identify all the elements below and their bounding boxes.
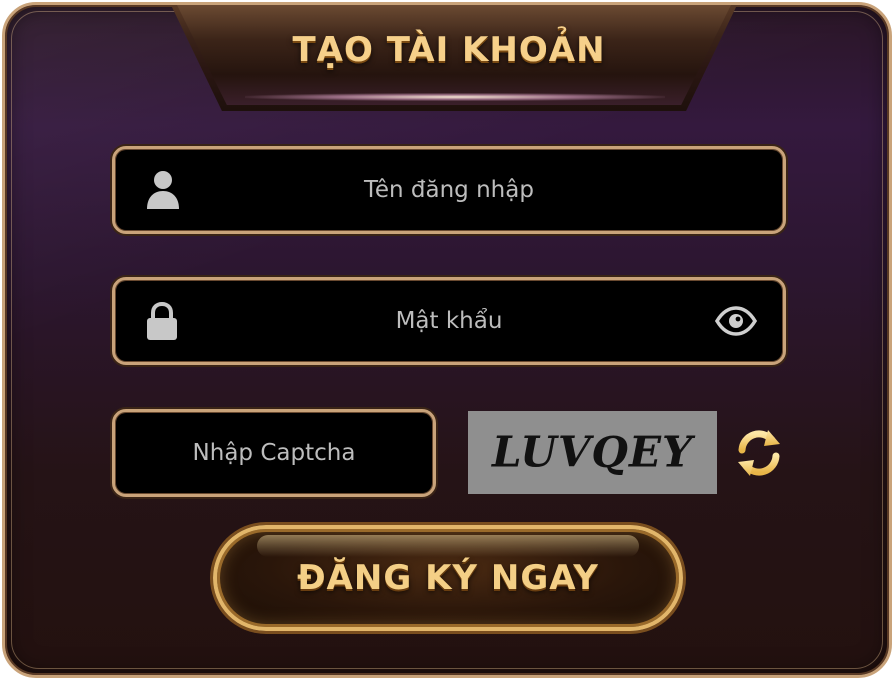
captcha-code: LUVQEY <box>491 427 694 477</box>
username-field[interactable]: Tên đăng nhập <box>112 146 786 234</box>
password-field[interactable]: Mật khẩu <box>112 277 786 365</box>
title-shine <box>245 93 665 101</box>
captcha-placeholder: Nhập Captcha <box>192 440 356 466</box>
refresh-icon[interactable] <box>734 428 784 478</box>
dialog-title: TẠO TÀI KHOẢN <box>292 30 606 70</box>
password-placeholder: Mật khẩu <box>395 308 503 334</box>
register-button-label: ĐĂNG KÝ NGAY <box>297 558 599 598</box>
captcha-input[interactable]: Nhập Captcha <box>112 409 436 497</box>
username-placeholder: Tên đăng nhập <box>364 177 534 203</box>
eye-icon[interactable] <box>715 306 757 336</box>
captcha-image: LUVQEY <box>468 411 717 494</box>
register-button[interactable]: ĐĂNG KÝ NGAY <box>213 525 683 631</box>
